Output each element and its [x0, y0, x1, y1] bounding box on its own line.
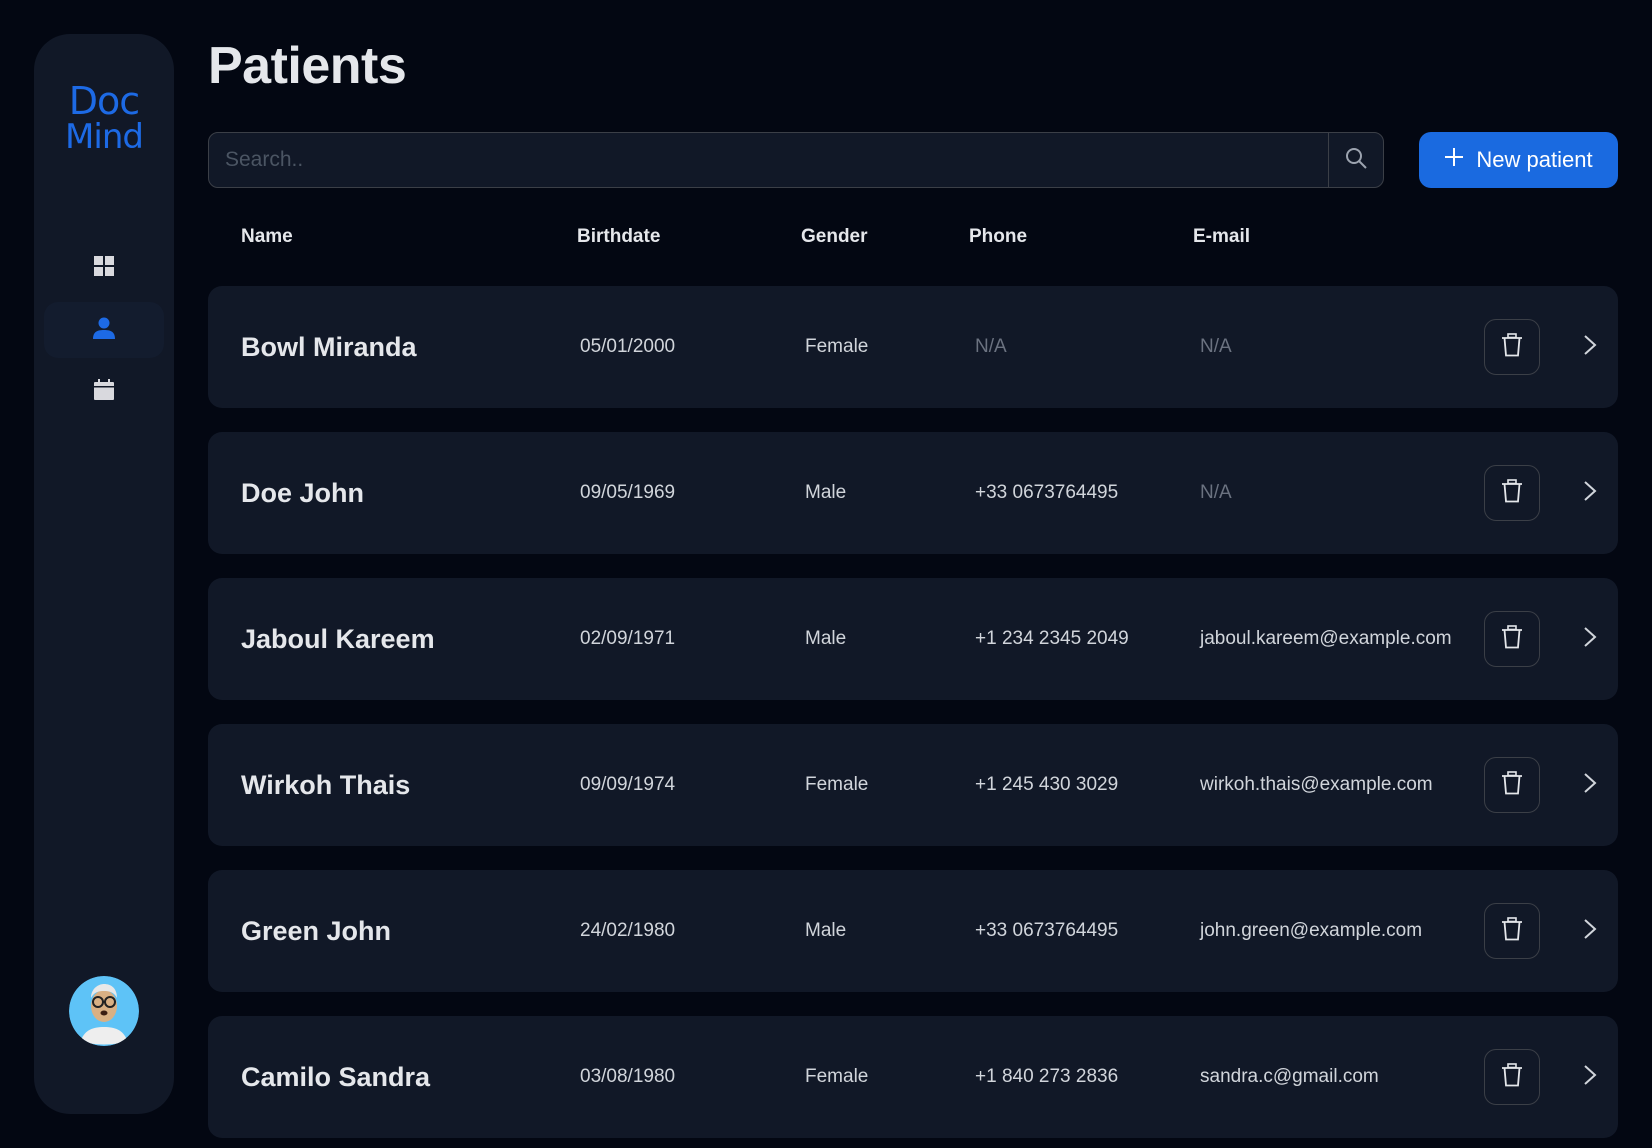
logo-line-2: Mind [65, 117, 144, 157]
patient-email: john.green@example.com [1200, 920, 1423, 941]
new-patient-label: New patient [1476, 147, 1593, 172]
patient-phone: +1 840 273 2836 [975, 1066, 1119, 1087]
patient-row[interactable]: Jaboul Kareem 02/09/1971 Male +1 234 234… [208, 578, 1618, 700]
sidebar: Doc Mind [34, 34, 174, 1114]
chevron-right-icon [1583, 626, 1597, 653]
open-patient-chevron[interactable] [1574, 331, 1606, 363]
delete-patient-button[interactable] [1484, 757, 1540, 813]
sidebar-item-calendar[interactable] [44, 364, 164, 420]
trash-icon [1501, 916, 1523, 946]
patient-phone: N/A [975, 336, 1007, 357]
chevron-right-icon [1583, 1064, 1597, 1091]
patient-name: Green John [241, 915, 392, 946]
table-header: Name Birthdate Gender Phone E-mail [208, 224, 1618, 254]
trash-icon [1501, 770, 1523, 800]
patient-gender: Male [805, 920, 847, 941]
patient-birthdate: 09/09/1974 [580, 774, 676, 795]
trash-icon [1501, 624, 1523, 654]
patient-email: sandra.c@gmail.com [1200, 1066, 1379, 1087]
patient-gender: Female [805, 774, 869, 795]
patient-email: N/A [1200, 336, 1232, 357]
column-header-gender[interactable]: Gender [801, 226, 868, 248]
patient-phone: +33 0673764495 [975, 482, 1119, 503]
search-button[interactable] [1328, 133, 1383, 187]
trash-icon [1501, 478, 1523, 508]
patient-email: N/A [1200, 482, 1232, 503]
patient-row[interactable]: Wirkoh Thais 09/09/1974 Female +1 245 43… [208, 724, 1618, 846]
patient-email: jaboul.kareem@example.com [1200, 628, 1452, 649]
delete-patient-button[interactable] [1484, 465, 1540, 521]
chevron-right-icon [1583, 334, 1597, 361]
chevron-right-icon [1583, 772, 1597, 799]
new-patient-button[interactable]: New patient [1419, 132, 1618, 188]
logo-line-1: Doc [68, 79, 140, 123]
patient-phone: +1 245 430 3029 [975, 774, 1119, 795]
delete-patient-button[interactable] [1484, 1049, 1540, 1105]
plus-icon [1444, 147, 1464, 173]
trash-icon [1501, 332, 1523, 362]
patient-name: Wirkoh Thais [241, 769, 411, 800]
search-bar [208, 132, 1384, 188]
delete-patient-button[interactable] [1484, 319, 1540, 375]
search-icon [1344, 146, 1368, 175]
patient-name: Bowl Miranda [241, 331, 417, 362]
patient-row[interactable]: Camilo Sandra 03/08/1980 Female +1 840 2… [208, 1016, 1618, 1138]
patient-birthdate: 03/08/1980 [580, 1066, 676, 1087]
column-header-birthdate[interactable]: Birthdate [577, 226, 660, 248]
patient-name: Camilo Sandra [241, 1061, 431, 1092]
open-patient-chevron[interactable] [1574, 769, 1606, 801]
patient-gender: Male [805, 482, 847, 503]
page-title: Patients [208, 37, 407, 95]
patient-birthdate: 05/01/2000 [580, 336, 676, 357]
patient-birthdate: 02/09/1971 [580, 628, 676, 649]
patient-birthdate: 24/02/1980 [580, 920, 676, 941]
patient-phone: +33 0673764495 [975, 920, 1119, 941]
patient-email: wirkoh.thais@example.com [1200, 774, 1433, 795]
delete-patient-button[interactable] [1484, 903, 1540, 959]
user-avatar[interactable] [69, 976, 139, 1046]
patient-row[interactable]: Doe John 09/05/1969 Male +33 0673764495 … [208, 432, 1618, 554]
user-icon [92, 316, 116, 345]
delete-patient-button[interactable] [1484, 611, 1540, 667]
patient-name: Jaboul Kareem [241, 623, 435, 654]
trash-icon [1501, 1062, 1523, 1092]
patient-row[interactable]: Bowl Miranda 05/01/2000 Female N/A N/A [208, 286, 1618, 408]
patient-name: Doe John [241, 477, 365, 508]
column-header-phone[interactable]: Phone [969, 226, 1027, 248]
open-patient-chevron[interactable] [1574, 915, 1606, 947]
sidebar-item-patients[interactable] [44, 302, 164, 358]
open-patient-chevron[interactable] [1574, 623, 1606, 655]
patient-gender: Female [805, 1066, 869, 1087]
sidebar-item-dashboard[interactable] [44, 240, 164, 296]
open-patient-chevron[interactable] [1574, 477, 1606, 509]
patient-row[interactable]: Green John 24/02/1980 Male +33 067376449… [208, 870, 1618, 992]
chevron-right-icon [1583, 480, 1597, 507]
open-patient-chevron[interactable] [1574, 1061, 1606, 1093]
patient-gender: Male [805, 628, 847, 649]
patient-gender: Female [805, 336, 869, 357]
chevron-right-icon [1583, 918, 1597, 945]
search-input[interactable] [209, 133, 1328, 187]
patient-birthdate: 09/05/1969 [580, 482, 676, 503]
calendar-icon [93, 378, 115, 406]
grid-icon [94, 255, 114, 281]
patient-phone: +1 234 2345 2049 [975, 628, 1129, 649]
app-logo[interactable]: Doc Mind [34, 82, 174, 154]
column-header-email[interactable]: E-mail [1193, 226, 1250, 248]
column-header-name[interactable]: Name [241, 226, 293, 248]
